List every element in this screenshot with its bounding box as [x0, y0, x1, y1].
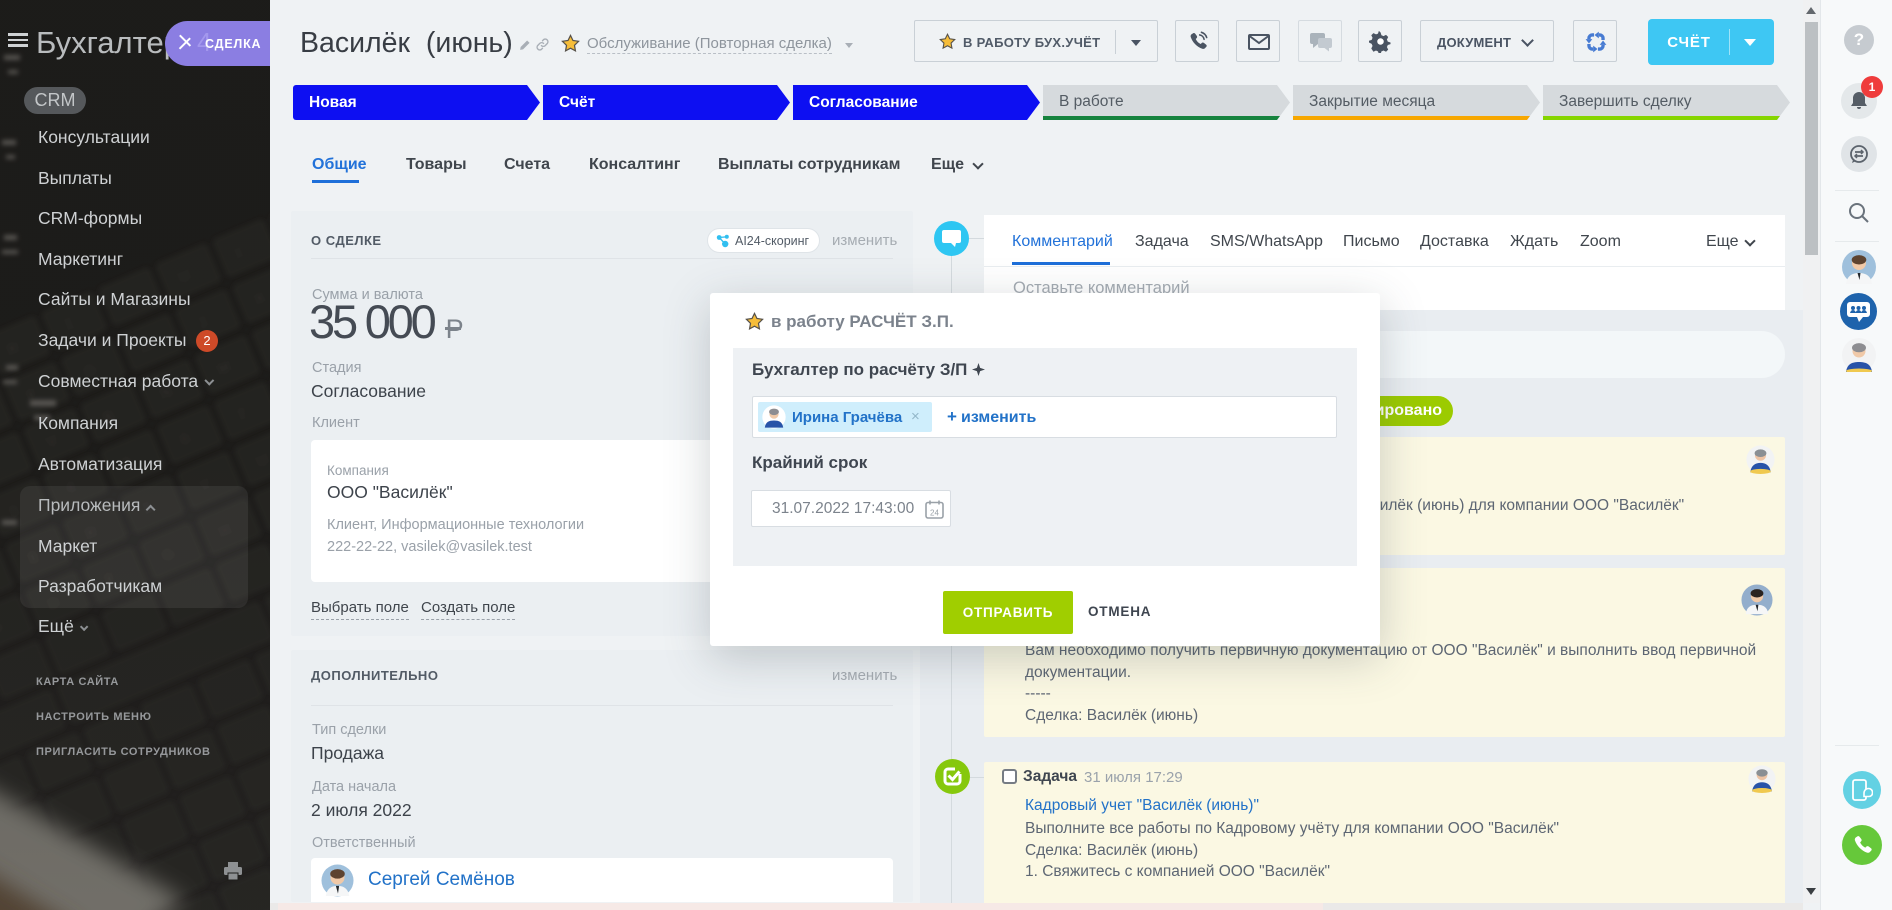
svg-text:24: 24: [930, 509, 939, 518]
